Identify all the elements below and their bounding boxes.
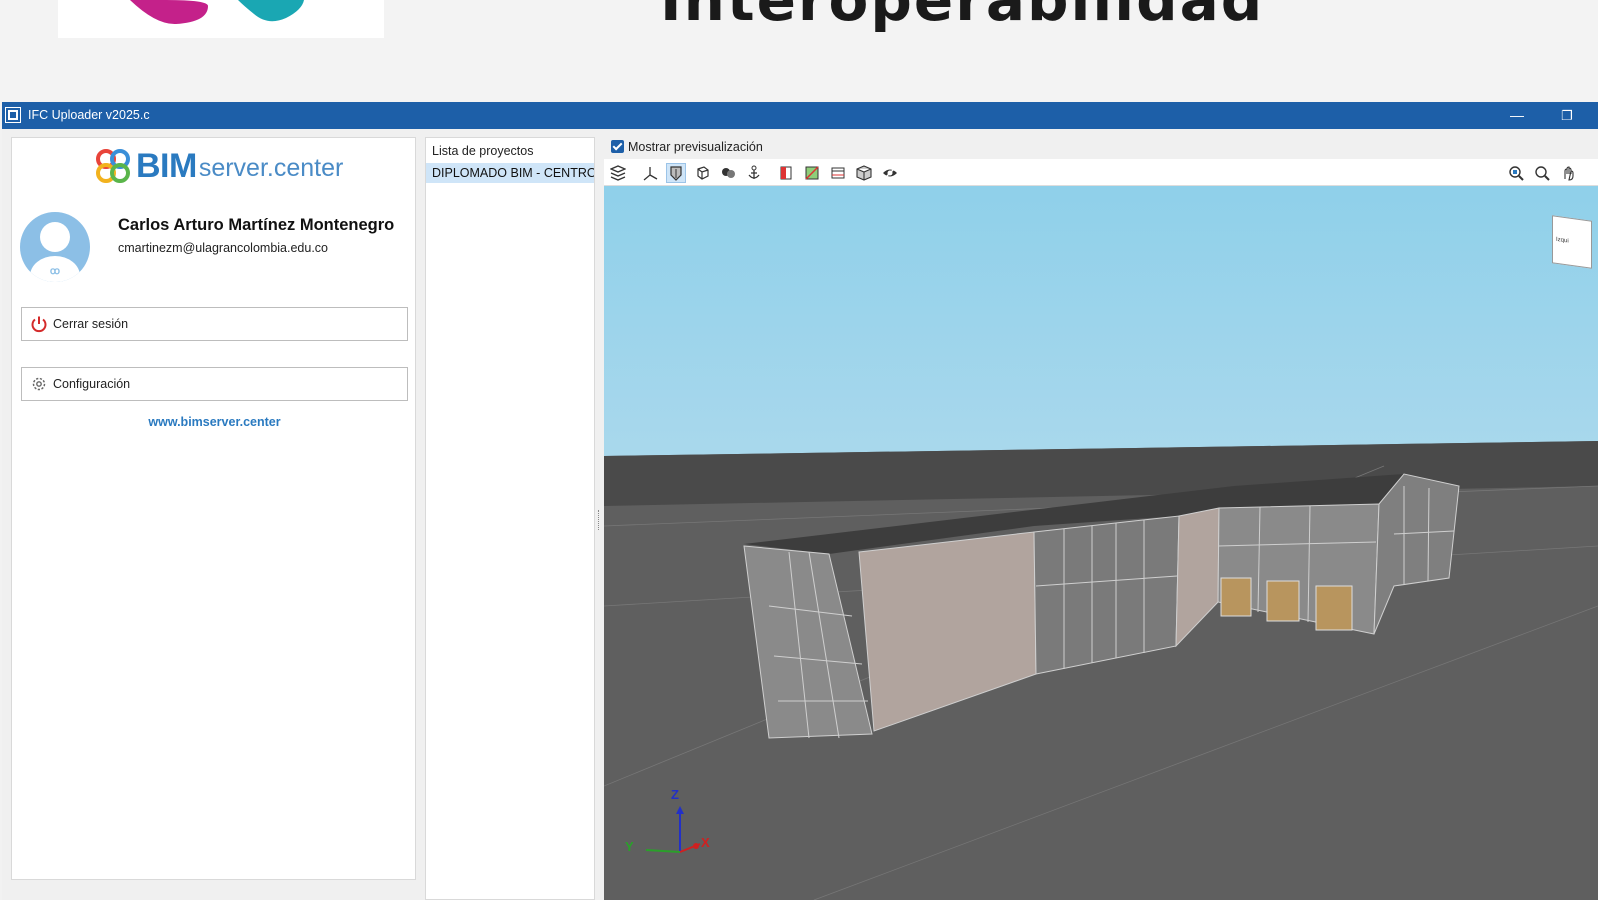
logo-brand-text: BIM — [136, 146, 197, 185]
gear-icon — [32, 377, 46, 391]
clip-plane-icon[interactable] — [802, 163, 822, 183]
settings-label: Configuración — [53, 377, 131, 391]
bimserver-logo: BIM server.center — [94, 146, 343, 186]
logo-suffix-text: server.center — [198, 154, 344, 182]
shaded-view-icon[interactable] — [666, 163, 686, 183]
project-list-header: Lista de proyectos — [432, 144, 534, 158]
window-title: IFC Uploader v2025.c — [28, 108, 150, 122]
power-icon — [31, 316, 47, 333]
logout-label: Cerrar sesión — [53, 317, 129, 331]
settings-button[interactable]: Configuración — [21, 367, 408, 401]
maximize-button[interactable]: ❐ — [1552, 102, 1582, 129]
show-preview-label: Mostrar previsualización — [628, 140, 763, 154]
axes-icon[interactable] — [640, 163, 660, 183]
axis-x-label: X — [701, 835, 710, 850]
logout-button[interactable]: Cerrar sesión — [21, 307, 408, 341]
show-preview-checkbox[interactable] — [611, 140, 624, 153]
panel-splitter[interactable] — [598, 510, 600, 530]
building-model-render — [604, 186, 1598, 900]
app-icon — [5, 107, 21, 123]
project-list-item[interactable]: DIPLOMADO BIM - CENTRO — [426, 163, 594, 183]
website-link[interactable]: www.bimserver.center — [12, 415, 417, 429]
axis-y-label: Y — [625, 839, 634, 854]
floor-plan-icon[interactable] — [828, 163, 848, 183]
visibility-icon[interactable] — [880, 163, 900, 183]
layers-icon[interactable] — [608, 163, 628, 183]
3d-box-icon[interactable] — [854, 163, 874, 183]
user-name: Carlos Arturo Martínez Montenegro — [118, 216, 395, 234]
hide-elements-icon[interactable] — [718, 163, 738, 183]
pan-icon[interactable] — [1558, 163, 1578, 183]
slide-title: Interoperabilidad — [660, 0, 1265, 34]
section-box-icon[interactable] — [776, 163, 796, 183]
zoom-extents-icon[interactable] — [1506, 163, 1526, 183]
avatar: ꝏ — [20, 212, 90, 282]
3d-viewport[interactable]: Izqui Z Y X — [604, 186, 1598, 900]
view-cube[interactable]: Izqui — [1552, 215, 1592, 269]
brand-logo: ® — [58, 0, 384, 38]
wireframe-icon[interactable] — [692, 163, 712, 183]
user-email: cmartinezm@ulagrancolombia.edu.co — [118, 241, 329, 255]
project-list-panel: Lista de proyectos DIPLOMADO BIM - CENTR… — [425, 137, 595, 900]
ifc-uploader-window: IFC Uploader v2025.c — ❐ BIM server.cent… — [2, 102, 1598, 900]
bimserver-logo-icon — [96, 149, 130, 183]
account-panel: BIM server.center ꝏ Carlos Arturo Martín… — [11, 137, 416, 880]
preview-header: Mostrar previsualización — [604, 137, 1598, 157]
title-bar[interactable]: IFC Uploader v2025.c — ❐ — [2, 102, 1598, 129]
axis-z-label: Z — [671, 787, 679, 802]
minimize-button[interactable]: — — [1502, 102, 1532, 129]
zoom-icon[interactable] — [1532, 163, 1552, 183]
anchor-icon[interactable] — [744, 163, 764, 183]
slide-header: ® Interoperabilidad — [0, 0, 1598, 102]
viewer-toolbar — [604, 159, 1598, 186]
avatar-badge-icon: ꝏ — [49, 266, 61, 277]
